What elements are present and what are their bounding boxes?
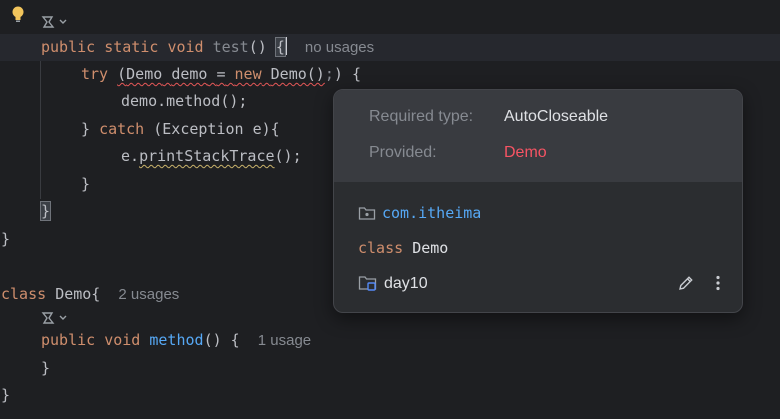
catch-params: (Exception e){ — [153, 120, 280, 138]
required-type-value: AutoCloseable — [504, 108, 609, 125]
class-signature: class Demo — [358, 239, 448, 257]
keyword-class: class — [1, 285, 47, 303]
provided-label: Provided: — [369, 144, 437, 161]
class-usages-hint[interactable]: 2 usages — [118, 286, 179, 303]
keyword-void-2: void — [104, 331, 141, 349]
code-line-class2-close[interactable]: } — [0, 382, 780, 409]
module-row[interactable]: day10 — [358, 274, 428, 297]
provided-value: Demo — [504, 144, 547, 161]
module-icon — [358, 274, 378, 297]
text-caret — [284, 37, 287, 55]
print-suffix: (); — [274, 147, 302, 165]
popup-class-keyword: class — [358, 239, 404, 257]
method-close-brace: } — [39, 201, 52, 221]
class-name: Demo{ — [55, 285, 101, 303]
method-call: demo.method(); — [121, 92, 248, 110]
resource-var: demo — [171, 65, 208, 83]
package-name-link[interactable]: com.itheima — [382, 204, 481, 222]
catch-close-brace: } — [81, 120, 91, 138]
ai-assistant-icon[interactable] — [40, 14, 68, 34]
package-icon — [358, 205, 376, 226]
popup-class-name: Demo — [412, 239, 449, 257]
method2-close-brace: } — [41, 359, 51, 377]
keyword-public: public — [41, 38, 96, 56]
try-brace: { — [351, 65, 361, 83]
constructor-call: Demo() — [270, 65, 325, 83]
resource-type: Demo — [126, 65, 163, 83]
keyword-public-2: public — [41, 331, 96, 349]
try-close-paren: ) — [333, 65, 343, 83]
assign-op: = — [216, 65, 226, 83]
type-info-section — [334, 90, 742, 182]
method-usages-hint[interactable]: 1 usage — [258, 332, 311, 349]
module-name: day10 — [384, 275, 428, 292]
code-line-method-test[interactable]: public static void test() { no usages — [0, 34, 780, 61]
class-close-brace: } — [1, 230, 11, 248]
more-options-icon[interactable] — [712, 274, 724, 297]
class2-close-brace: } — [1, 386, 11, 404]
method-name-test: test — [212, 38, 249, 56]
method-params: () — [248, 38, 267, 56]
matched-brace: { — [274, 37, 286, 57]
required-type-label: Required type: — [369, 108, 474, 125]
method-decl-rest: () { — [203, 331, 240, 349]
keyword-static: static — [104, 38, 159, 56]
keyword-try: try — [81, 65, 109, 83]
print-prefix: e. — [121, 147, 140, 165]
code-line-try[interactable]: try (Demo demo = new Demo();) { — [0, 61, 780, 88]
inner-close-brace: } — [81, 175, 91, 193]
keyword-catch: catch — [99, 120, 145, 138]
method-name: method — [149, 331, 204, 349]
try-semicolon: ; — [324, 65, 334, 83]
keyword-new: new — [234, 65, 262, 83]
code-line-method-decl[interactable]: public void method() { 1 usage — [0, 327, 780, 354]
try-open-paren: ( — [117, 65, 127, 83]
package-row[interactable]: com.itheima — [358, 204, 481, 226]
type-mismatch-popup[interactable]: Required type: AutoCloseable Provided: D… — [333, 89, 743, 313]
code-line-method2-close[interactable]: } — [0, 355, 780, 382]
usages-hint[interactable]: no usages — [305, 39, 374, 56]
edit-pencil-icon[interactable] — [677, 274, 695, 297]
lightbulb-icon[interactable] — [10, 5, 26, 29]
print-stack-call: printStackTrace — [139, 147, 275, 165]
keyword-void: void — [167, 38, 204, 56]
